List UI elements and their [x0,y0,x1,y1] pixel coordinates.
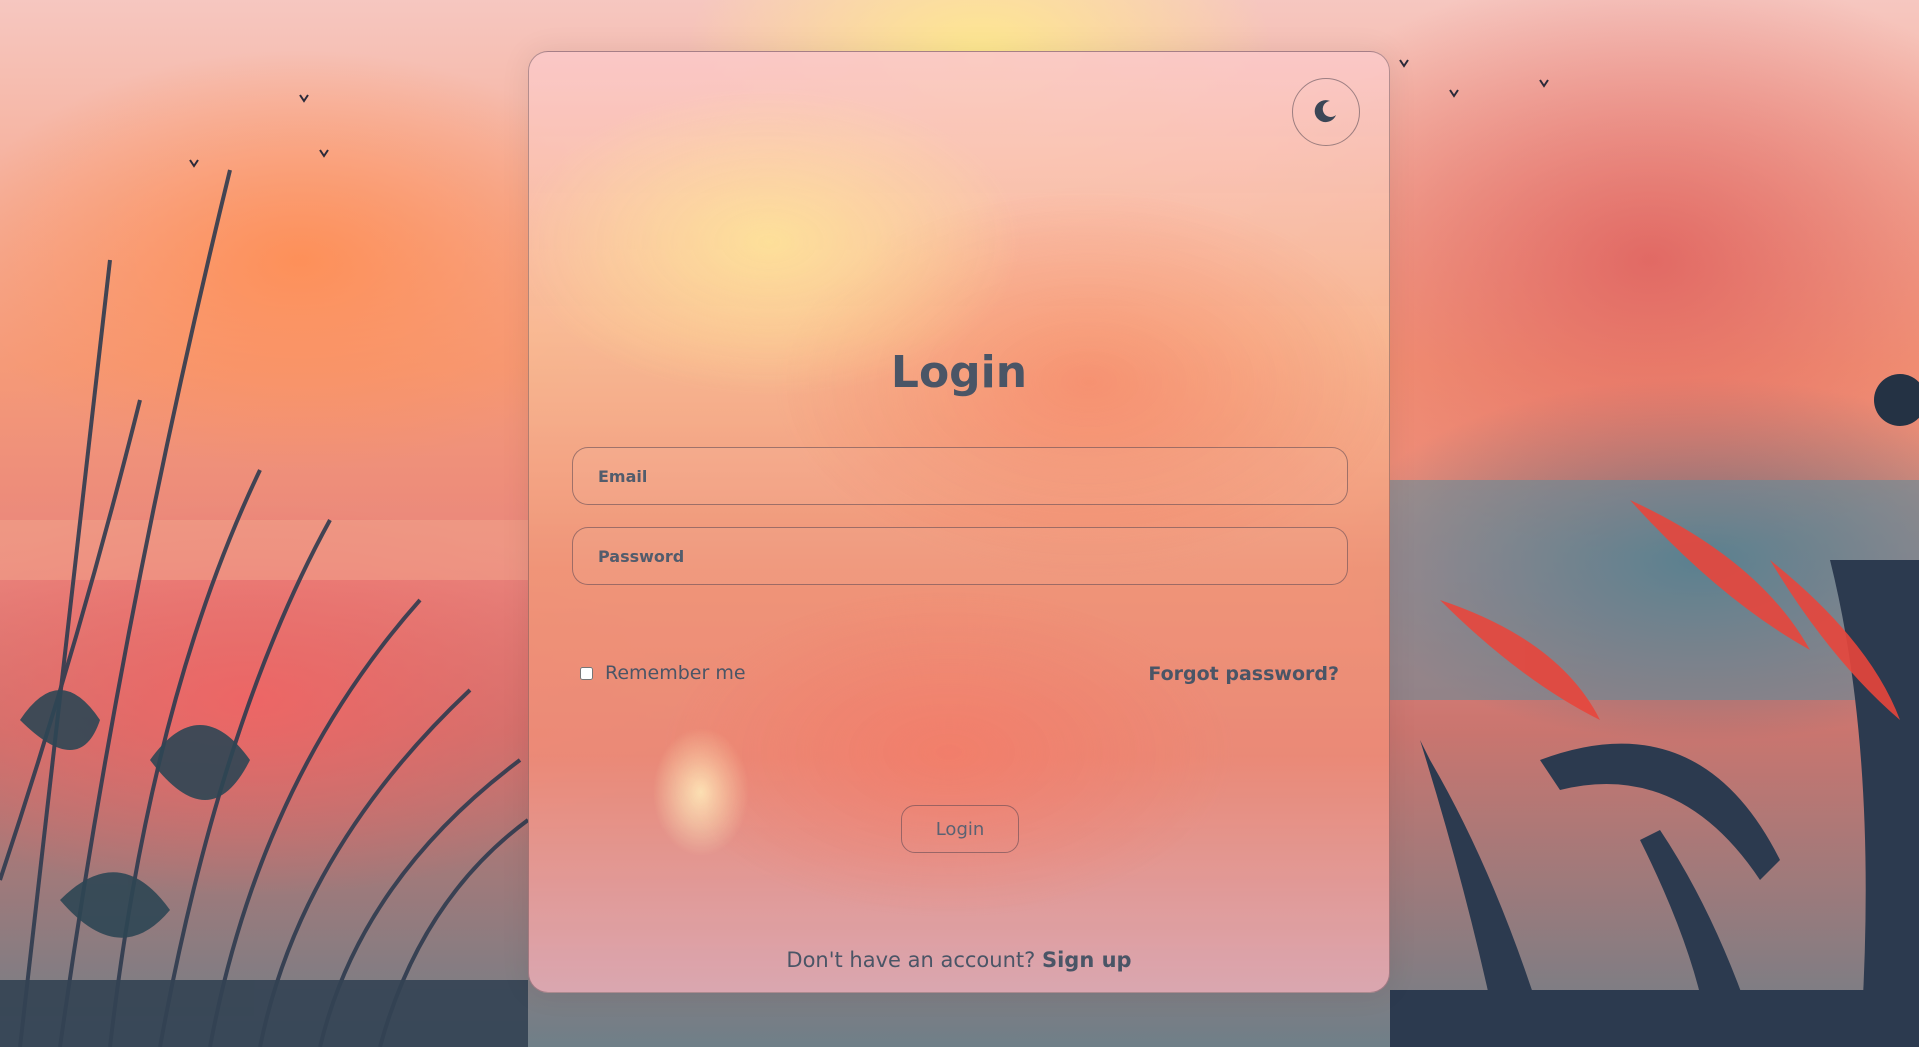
remember-me-label: Remember me [605,662,746,684]
remember-me-row[interactable]: Remember me [580,662,746,684]
forgot-password-link[interactable]: Forgot password? [1148,663,1339,685]
signup-link[interactable]: Sign up [1042,948,1132,972]
background-scene: Login Remember me Forgot password? Login… [0,0,1919,1047]
signup-prompt: Don't have an account? [786,948,1036,972]
login-title: Login [890,347,1028,398]
theme-toggle-button[interactable] [1292,78,1360,146]
moon-icon [1313,98,1339,127]
remember-me-checkbox[interactable] [580,666,593,680]
login-card: Login Remember me Forgot password? Login… [528,51,1390,993]
signup-row: Don't have an account? Sign up [529,948,1389,972]
login-button[interactable]: Login [901,805,1019,853]
password-field[interactable] [572,527,1348,585]
email-field[interactable] [572,447,1348,505]
